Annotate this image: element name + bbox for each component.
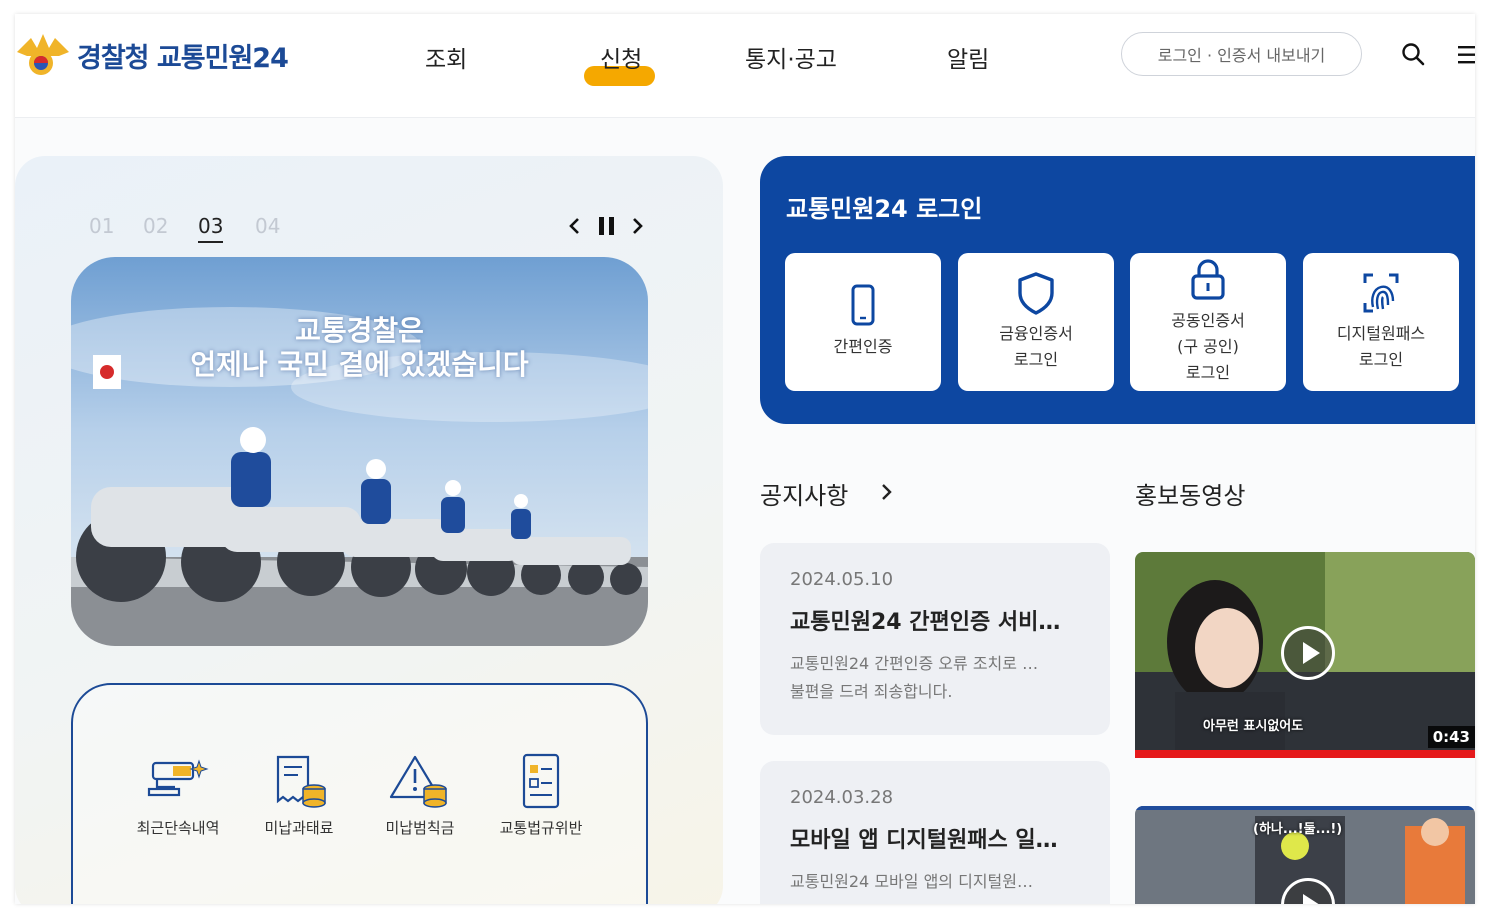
quick-menu-label: 미납과태료 [264, 819, 334, 837]
login-option-label: 금융인증서 로그인 [999, 324, 1073, 369]
video-thumbnail[interactable]: (하나...!둘...!) [1135, 806, 1475, 904]
warning-coins-icon [389, 755, 447, 808]
notice-summary: 교통민원24 모바일 앱의 디지털원… [790, 872, 1033, 891]
slide-number-2[interactable]: 02 [143, 214, 168, 238]
site-header: 경찰청 교통민원24 조회 신청 통지·공고 알림 로그인 · 인증서 내보내기 [15, 14, 1475, 118]
lock-icon [1191, 259, 1225, 300]
search-icon[interactable] [1401, 42, 1425, 66]
pause-icon[interactable] [597, 216, 617, 236]
cctv-camera-icon [147, 759, 209, 797]
nav-item-lookup[interactable]: 조회 [425, 40, 467, 74]
video-thumbnail[interactable]: 아무런 표시없어도 0:43 [1135, 552, 1475, 758]
main-visual-panel: 01 02 03 04 교통경찰은 언제나 국민 곁에 있겠습니다 최근단속내역… [15, 156, 723, 904]
notice-summary: 교통민원24 간편인증 오류 조치로 … 불편을 드려 죄송합니다. [790, 654, 1039, 701]
notices-section-title[interactable]: 공지사항 [760, 476, 848, 511]
fingerprint-icon [1363, 273, 1399, 313]
banner-headline-line2: 언제나 국민 곁에 있겠습니다 [190, 348, 529, 381]
logo-text: 경찰청 교통민원24 [77, 42, 289, 74]
notice-card[interactable]: 2024.05.10 교통민원24 간편인증 서비… 교통민원24 간편인증 오… [760, 543, 1110, 735]
quick-menu-recent-enforcement[interactable]: 최근단속내역 [123, 753, 233, 838]
slide-number-3[interactable]: 03 [198, 214, 224, 243]
nav-item-notice-announce[interactable]: 통지·공고 [745, 40, 837, 74]
smartphone-icon [851, 284, 875, 326]
quick-menu-label: 교통법규위반 [499, 819, 583, 837]
login-option-simple-auth[interactable]: 간편인증 [785, 253, 941, 391]
video-caption: (하나...!둘...!) [1253, 822, 1343, 837]
login-option-digital-onepass[interactable]: 디지털원패스 로그인 [1303, 253, 1459, 391]
slide-number-4[interactable]: 04 [255, 214, 280, 238]
notice-card[interactable]: 2024.03.28 모바일 앱 디지털원패스 일… 교통민원24 모바일 앱의… [760, 761, 1110, 904]
video-duration: 0:43 [1427, 726, 1475, 748]
login-option-financial-cert[interactable]: 금융인증서 로그인 [958, 253, 1114, 391]
quick-menu-label: 최근단속내역 [136, 819, 220, 837]
login-panel-title: 교통민원24 로그인 [786, 195, 983, 223]
nav-item-apply[interactable]: 신청 [600, 40, 642, 74]
login-option-joint-cert[interactable]: 공동인증서 (구 공인) 로그인 [1130, 253, 1286, 391]
site-logo[interactable]: 경찰청 교통민원24 [15, 32, 289, 78]
main-banner-slide[interactable]: 교통경찰은 언제나 국민 곁에 있겠습니다 [71, 257, 648, 646]
login-export-button[interactable]: 로그인 · 인증서 내보내기 [1121, 32, 1362, 76]
page: 경찰청 교통민원24 조회 신청 통지·공고 알림 로그인 · 인증서 내보내기… [15, 14, 1475, 904]
login-option-label: 간편인증 [833, 337, 893, 356]
notice-title: 교통민원24 간편인증 서비… [790, 610, 1061, 635]
quick-menu-unpaid-penalty[interactable]: 미납범칙금 [365, 753, 475, 838]
login-option-label: 공동인증서 (구 공인) 로그인 [1171, 311, 1245, 382]
notice-date: 2024.05.10 [790, 569, 894, 590]
videos-section-title: 홍보동영상 [1135, 482, 1246, 510]
quick-menu-box: 최근단속내역 미납과태료 미납범칙금 교통법규위반 [71, 683, 648, 904]
notice-title: 모바일 앱 디지털원패스 일… [790, 828, 1058, 853]
shield-icon [1018, 272, 1054, 315]
hamburger-menu-icon[interactable] [1458, 45, 1475, 65]
video-caption: 아무런 표시없어도 [1203, 719, 1304, 734]
police-emblem-icon [17, 34, 69, 75]
checklist-document-icon [522, 753, 560, 809]
login-panel: 교통민원24 로그인 간편인증 금융인증서 로그인 공동인증서 (구 공인) 로… [760, 156, 1475, 424]
quick-menu-traffic-violation[interactable]: 교통법규위반 [486, 753, 596, 838]
quick-menu-unpaid-fine[interactable]: 미납과태료 [244, 753, 354, 838]
slide-number-1[interactable]: 01 [89, 214, 114, 238]
chevron-right-icon[interactable] [879, 482, 895, 502]
notice-date: 2024.03.28 [790, 787, 894, 808]
chevron-left-icon[interactable] [565, 216, 585, 236]
quick-menu-label: 미납범칙금 [385, 819, 455, 837]
login-option-label: 디지털원패스 로그인 [1336, 324, 1426, 369]
play-icon[interactable] [1281, 878, 1335, 904]
nav-item-alerts[interactable]: 알림 [947, 40, 989, 74]
chevron-right-icon[interactable] [627, 216, 647, 236]
play-icon[interactable] [1281, 626, 1335, 680]
receipt-coins-icon [276, 755, 326, 808]
